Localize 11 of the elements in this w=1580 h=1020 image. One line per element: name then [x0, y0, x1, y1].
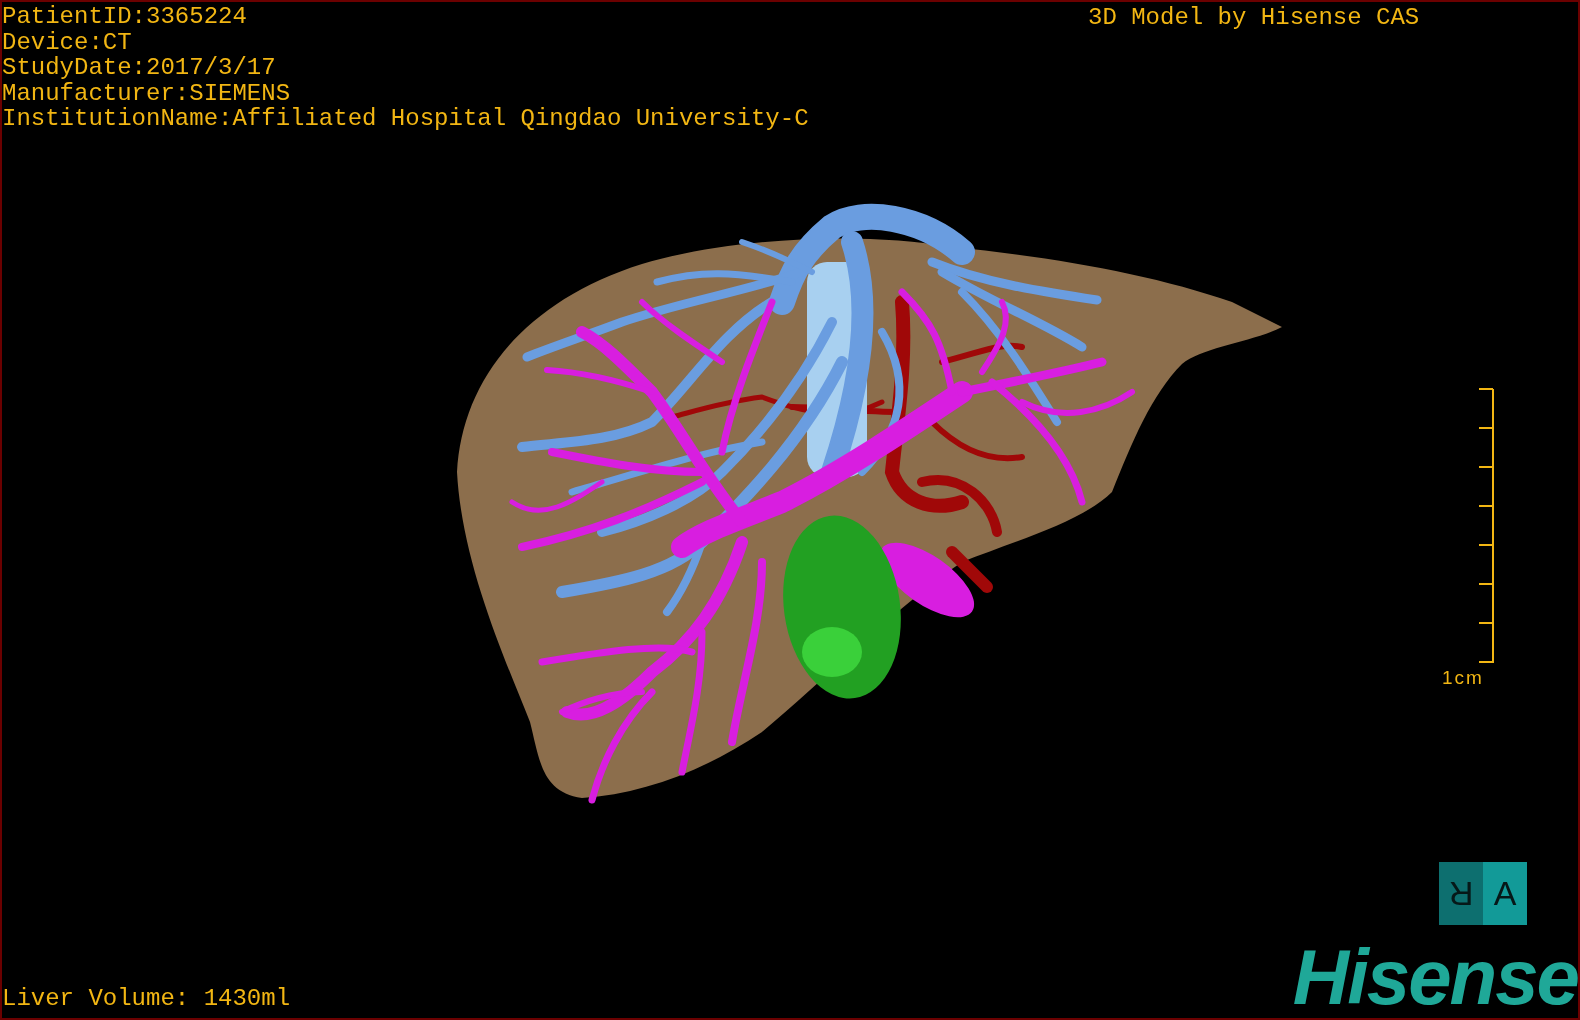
- liver-volume-text: Liver Volume: 1430ml: [2, 985, 291, 1012]
- study-info-text: InstitutionName:Affiliated Hospital Qingdao University-C: [2, 106, 809, 132]
- model-credit-text: 3D Model by Hisense CAS: [1088, 4, 1420, 31]
- scale-label: 1cm: [1442, 667, 1484, 689]
- study-info-text: Device:CT: [2, 29, 133, 55]
- study-info-text: Manufacturer:SIEMENS: [2, 80, 292, 106]
- cube-face-label: R: [1448, 874, 1474, 913]
- cube-face-label: A: [1493, 874, 1517, 913]
- study-info-text: StudyDate:2017/3/17: [2, 55, 277, 81]
- brand-logo: Hisense: [1292, 938, 1578, 1016]
- study-info-text: PatientID:3365224: [2, 4, 248, 30]
